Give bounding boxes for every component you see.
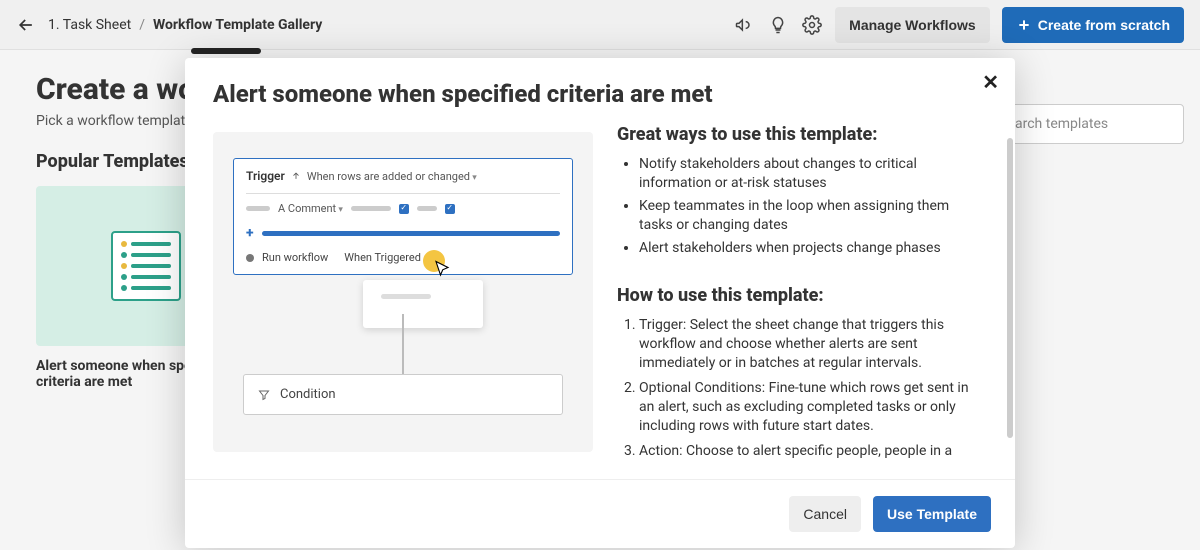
breadcrumb-prev[interactable]: 1. Task Sheet (48, 17, 131, 33)
back-arrow-icon[interactable] (16, 15, 36, 35)
comment-dropdown[interactable]: A Comment (278, 202, 343, 215)
steps-list: Trigger: Select the sheet change that tr… (617, 316, 975, 460)
lightbulb-icon[interactable] (767, 14, 789, 36)
trigger-label: Trigger (246, 169, 285, 183)
list-item: Alert stakeholders when projects change … (639, 239, 975, 258)
close-icon[interactable]: ✕ (982, 70, 999, 94)
dropdown-popup (363, 280, 483, 328)
list-item: Trigger: Select the sheet change that tr… (639, 316, 975, 373)
cancel-button[interactable]: Cancel (789, 496, 861, 532)
gear-icon[interactable] (801, 14, 823, 36)
breadcrumb-current: Workflow Template Gallery (153, 17, 322, 33)
list-item: Notify stakeholders about changes to cri… (639, 155, 975, 193)
breadcrumb: 1. Task Sheet / Workflow Template Galler… (48, 17, 322, 33)
condition-label: Condition (280, 387, 336, 402)
create-from-scratch-button[interactable]: Create from scratch (1002, 7, 1184, 43)
funnel-icon (258, 389, 270, 401)
list-item: Action: Choose to alert specific people,… (639, 442, 975, 461)
modal-backdrop: ✕ Alert someone when specified criteria … (0, 50, 1200, 550)
list-item: Keep teammates in the loop when assignin… (639, 197, 975, 235)
button-label: Cancel (803, 506, 847, 522)
bullet-icon (246, 254, 254, 262)
template-detail-modal: ✕ Alert someone when specified criteria … (185, 58, 1015, 548)
checkbox-icon[interactable] (399, 204, 409, 214)
button-label: Use Template (887, 506, 977, 522)
button-label: Manage Workflows (849, 17, 976, 33)
use-cases-list: Notify stakeholders about changes to cri… (617, 155, 975, 257)
trigger-dropdown[interactable]: When rows are added or changed (307, 170, 477, 183)
modal-footer: Cancel Use Template (185, 479, 1015, 548)
modal-title: Alert someone when specified criteria ar… (185, 58, 1015, 122)
run-workflow-label: Run workflow (262, 251, 328, 264)
header-bar: 1. Task Sheet / Workflow Template Galler… (0, 0, 1200, 50)
how-to-heading: How to use this template: (617, 285, 975, 306)
condition-block: Condition (243, 374, 563, 415)
megaphone-icon[interactable] (733, 14, 755, 36)
when-triggered-label: When Triggered (344, 251, 421, 264)
button-label: Create from scratch (1038, 17, 1170, 33)
great-ways-heading: Great ways to use this template: (617, 124, 975, 145)
plus-icon (1016, 17, 1032, 33)
use-template-button[interactable]: Use Template (873, 496, 991, 532)
breadcrumb-separator: / (139, 17, 145, 33)
manage-workflows-button[interactable]: Manage Workflows (835, 7, 990, 43)
modal-description: Great ways to use this template: Notify … (617, 122, 987, 479)
checkbox-icon[interactable] (445, 204, 455, 214)
scrollbar[interactable] (1007, 138, 1013, 438)
workflow-preview: Trigger When rows are added or changed A… (213, 122, 593, 479)
cursor-icon (433, 260, 451, 282)
list-item: Optional Conditions: Fine-tune which row… (639, 379, 975, 436)
trigger-block: Trigger When rows are added or changed A… (233, 158, 573, 275)
plus-icon[interactable]: + (246, 225, 254, 241)
upload-icon (291, 171, 301, 181)
